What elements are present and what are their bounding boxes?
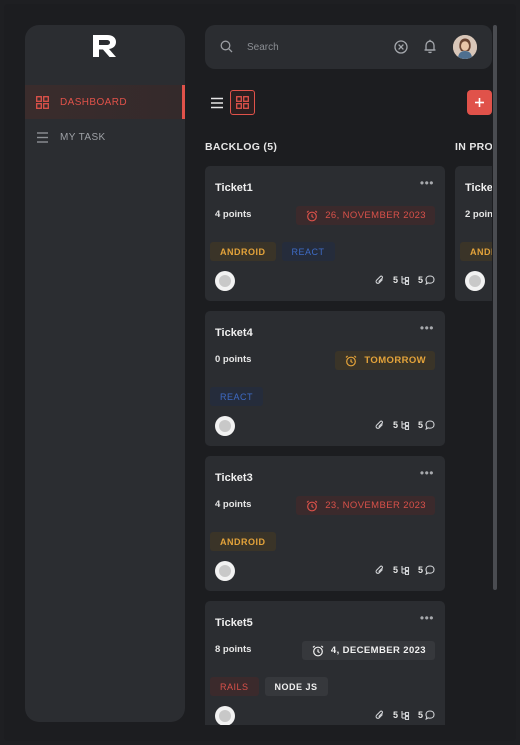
subtask-count: 5: [392, 420, 398, 430]
plus-icon: [475, 98, 484, 107]
sidebar-item-label: DASHBOARD: [60, 96, 127, 108]
card-title: Ticket1: [215, 182, 253, 194]
tag[interactable]: RAILS: [210, 677, 259, 696]
menu-icon: [36, 131, 49, 144]
card-menu-icon[interactable]: •••: [420, 321, 434, 335]
assignee-avatar[interactable]: [215, 706, 235, 725]
due-date-badge: 4, DECEMBER 2023: [301, 641, 435, 660]
user-avatar[interactable]: [453, 35, 477, 59]
assignee-avatar[interactable]: [215, 271, 235, 291]
tag-list: RAILS NODE JS: [210, 677, 328, 696]
card-meta: 5 5: [367, 275, 435, 285]
tag-list: REACT: [210, 387, 264, 406]
due-date-text: 26, NOVEMBER 2023: [325, 210, 426, 221]
bell-icon[interactable]: [423, 39, 437, 54]
tag[interactable]: ANDI: [460, 242, 492, 261]
card-title: Ticket3: [215, 472, 253, 484]
card-points: 0 points: [215, 354, 252, 365]
column-title-in-progress: IN PRO: [455, 141, 492, 153]
comment-icon: [425, 710, 435, 720]
card-points: 2 poin: [465, 209, 492, 220]
assignee-avatar[interactable]: [465, 271, 485, 291]
kanban-board: BACKLOG (5) Ticket1 ••• 4 points 26, NOV…: [205, 135, 492, 725]
attachment-icon: [375, 275, 385, 285]
due-date-badge: 26, NOVEMBER 2023: [296, 206, 435, 225]
search-icon: [220, 40, 233, 53]
search-input[interactable]: [247, 39, 377, 55]
assignee-avatar[interactable]: [215, 416, 235, 436]
subtask-icon: [401, 276, 410, 285]
tag[interactable]: ANDROID: [210, 532, 276, 551]
comment-icon: [425, 420, 435, 430]
comment-icon: [425, 275, 435, 285]
sidebar-item-my-task[interactable]: MY TASK: [25, 120, 185, 154]
card-menu-icon[interactable]: •••: [420, 176, 434, 190]
alarm-icon: [312, 645, 324, 656]
card-points: 4 points: [215, 209, 252, 220]
sidebar: DASHBOARD MY TASK: [25, 25, 185, 722]
sidebar-item-label: MY TASK: [60, 131, 106, 143]
card-points: 4 points: [215, 499, 252, 510]
due-date-text: 23, NOVEMBER 2023: [325, 500, 426, 511]
column-title-backlog: BACKLOG (5): [205, 141, 278, 153]
task-card[interactable]: Ticket3 ••• 4 points 23, NOVEMBER 2023 A…: [205, 456, 445, 591]
due-date-text: TOMORROW: [364, 355, 426, 366]
comment-icon: [425, 565, 435, 575]
subtask-icon: [401, 711, 410, 720]
task-card[interactable]: Ticket4 ••• 0 points TOMORROW REACT 5 5: [205, 311, 445, 446]
card-title: Ticke: [465, 182, 492, 194]
sidebar-item-dashboard[interactable]: DASHBOARD: [25, 85, 185, 119]
tag[interactable]: ANDROID: [210, 242, 276, 261]
assignee-avatar[interactable]: [215, 561, 235, 581]
card-meta: 5 5: [367, 565, 435, 575]
attachment-icon: [375, 710, 385, 720]
subtask-count: 5: [392, 710, 398, 720]
task-card[interactable]: Ticke 2 poin ANDI: [455, 166, 492, 301]
card-points: 8 points: [215, 644, 252, 655]
comment-count: 5: [417, 565, 423, 575]
attachment-icon: [375, 420, 385, 430]
card-title: Ticket4: [215, 327, 253, 339]
tag[interactable]: NODE JS: [264, 677, 328, 696]
grid-view-button[interactable]: [230, 90, 255, 115]
task-card[interactable]: Ticket5 ••• 8 points 4, DECEMBER 2023 RA…: [205, 601, 445, 725]
card-menu-icon[interactable]: •••: [420, 466, 434, 480]
subtask-icon: [401, 566, 410, 575]
due-date-badge: 23, NOVEMBER 2023: [296, 496, 435, 515]
due-date-text: 4, DECEMBER 2023: [330, 645, 426, 656]
comment-count: 5: [417, 710, 423, 720]
card-title: Ticket5: [215, 617, 253, 629]
list-view-icon[interactable]: [208, 94, 226, 112]
comment-count: 5: [417, 275, 423, 285]
card-menu-icon[interactable]: •••: [420, 611, 434, 625]
tag[interactable]: REACT: [210, 387, 264, 406]
top-bar: [205, 25, 492, 69]
subtask-count: 5: [392, 565, 398, 575]
due-date-badge: TOMORROW: [335, 351, 435, 370]
subtask-icon: [401, 421, 410, 430]
tag-list: ANDI: [460, 242, 492, 261]
vertical-scrollbar[interactable]: [493, 25, 497, 590]
alarm-icon: [306, 500, 318, 511]
card-meta: 5 5: [367, 420, 435, 430]
grid-icon: [236, 96, 249, 109]
logo-icon[interactable]: [91, 33, 119, 59]
grid-icon: [36, 95, 49, 109]
alarm-icon: [306, 210, 318, 221]
subtask-count: 5: [392, 275, 398, 285]
tag-list: ANDROID: [210, 532, 276, 551]
task-card[interactable]: Ticket1 ••• 4 points 26, NOVEMBER 2023 A…: [205, 166, 445, 301]
add-task-button[interactable]: [467, 90, 492, 115]
clear-search-icon[interactable]: [394, 40, 408, 54]
comment-count: 5: [417, 420, 423, 430]
tag[interactable]: REACT: [281, 242, 335, 261]
tag-list: ANDROID REACT: [210, 242, 335, 261]
card-meta: 5 5: [367, 710, 435, 720]
attachment-icon: [375, 565, 385, 575]
alarm-icon: [345, 355, 357, 366]
